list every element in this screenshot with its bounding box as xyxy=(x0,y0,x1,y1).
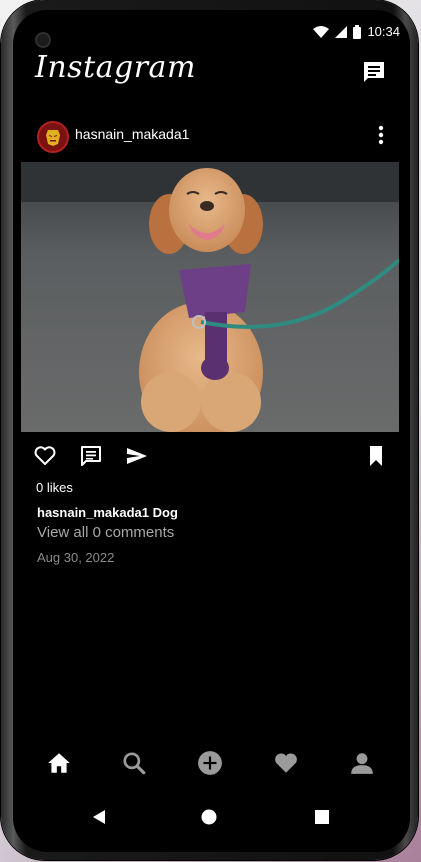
likes-count[interactable]: 0 likes xyxy=(36,480,73,495)
home-button-icon[interactable] xyxy=(201,809,217,825)
back-icon[interactable] xyxy=(91,809,107,825)
more-vertical-icon[interactable] xyxy=(378,125,384,145)
heart-icon[interactable] xyxy=(273,750,299,776)
signal-icon xyxy=(335,25,348,38)
caption-username[interactable]: hasnain_makada1 xyxy=(37,505,149,520)
message-icon[interactable] xyxy=(362,60,386,84)
battery-icon xyxy=(353,24,362,39)
bookmark-icon[interactable] xyxy=(364,444,388,468)
post-date: Aug 30, 2022 xyxy=(37,550,115,565)
post-caption: hasnain_makada1 Dog xyxy=(37,505,178,520)
add-circle-icon[interactable] xyxy=(197,750,223,776)
recents-icon[interactable] xyxy=(314,809,330,825)
status-bar: 10:34 xyxy=(313,24,400,39)
status-time: 10:34 xyxy=(367,24,400,39)
comment-icon[interactable] xyxy=(79,444,103,468)
send-icon[interactable] xyxy=(125,444,149,468)
system-navigation-bar xyxy=(13,806,410,830)
bottom-navigation xyxy=(13,748,410,778)
phone-frame: 10:34 Instagram hasnain_makada1 0 likes … xyxy=(1,0,418,860)
app-screen: 10:34 Instagram hasnain_makada1 0 likes … xyxy=(13,10,410,852)
home-icon[interactable] xyxy=(46,750,72,776)
view-comments-link[interactable]: View all 0 comments xyxy=(37,524,174,541)
heart-outline-icon[interactable] xyxy=(33,444,57,468)
search-icon[interactable] xyxy=(121,750,147,776)
wifi-icon xyxy=(313,25,330,38)
caption-text: Dog xyxy=(152,505,178,520)
post-actions xyxy=(13,444,410,472)
post-header: hasnain_makada1 xyxy=(13,118,410,153)
instagram-logo: Instagram xyxy=(35,50,196,85)
profile-icon[interactable] xyxy=(349,750,375,776)
front-camera xyxy=(35,32,51,48)
avatar[interactable] xyxy=(37,121,69,153)
post-photo[interactable] xyxy=(21,162,399,432)
post-username[interactable]: hasnain_makada1 xyxy=(75,126,189,142)
app-top-bar: Instagram xyxy=(13,50,410,94)
